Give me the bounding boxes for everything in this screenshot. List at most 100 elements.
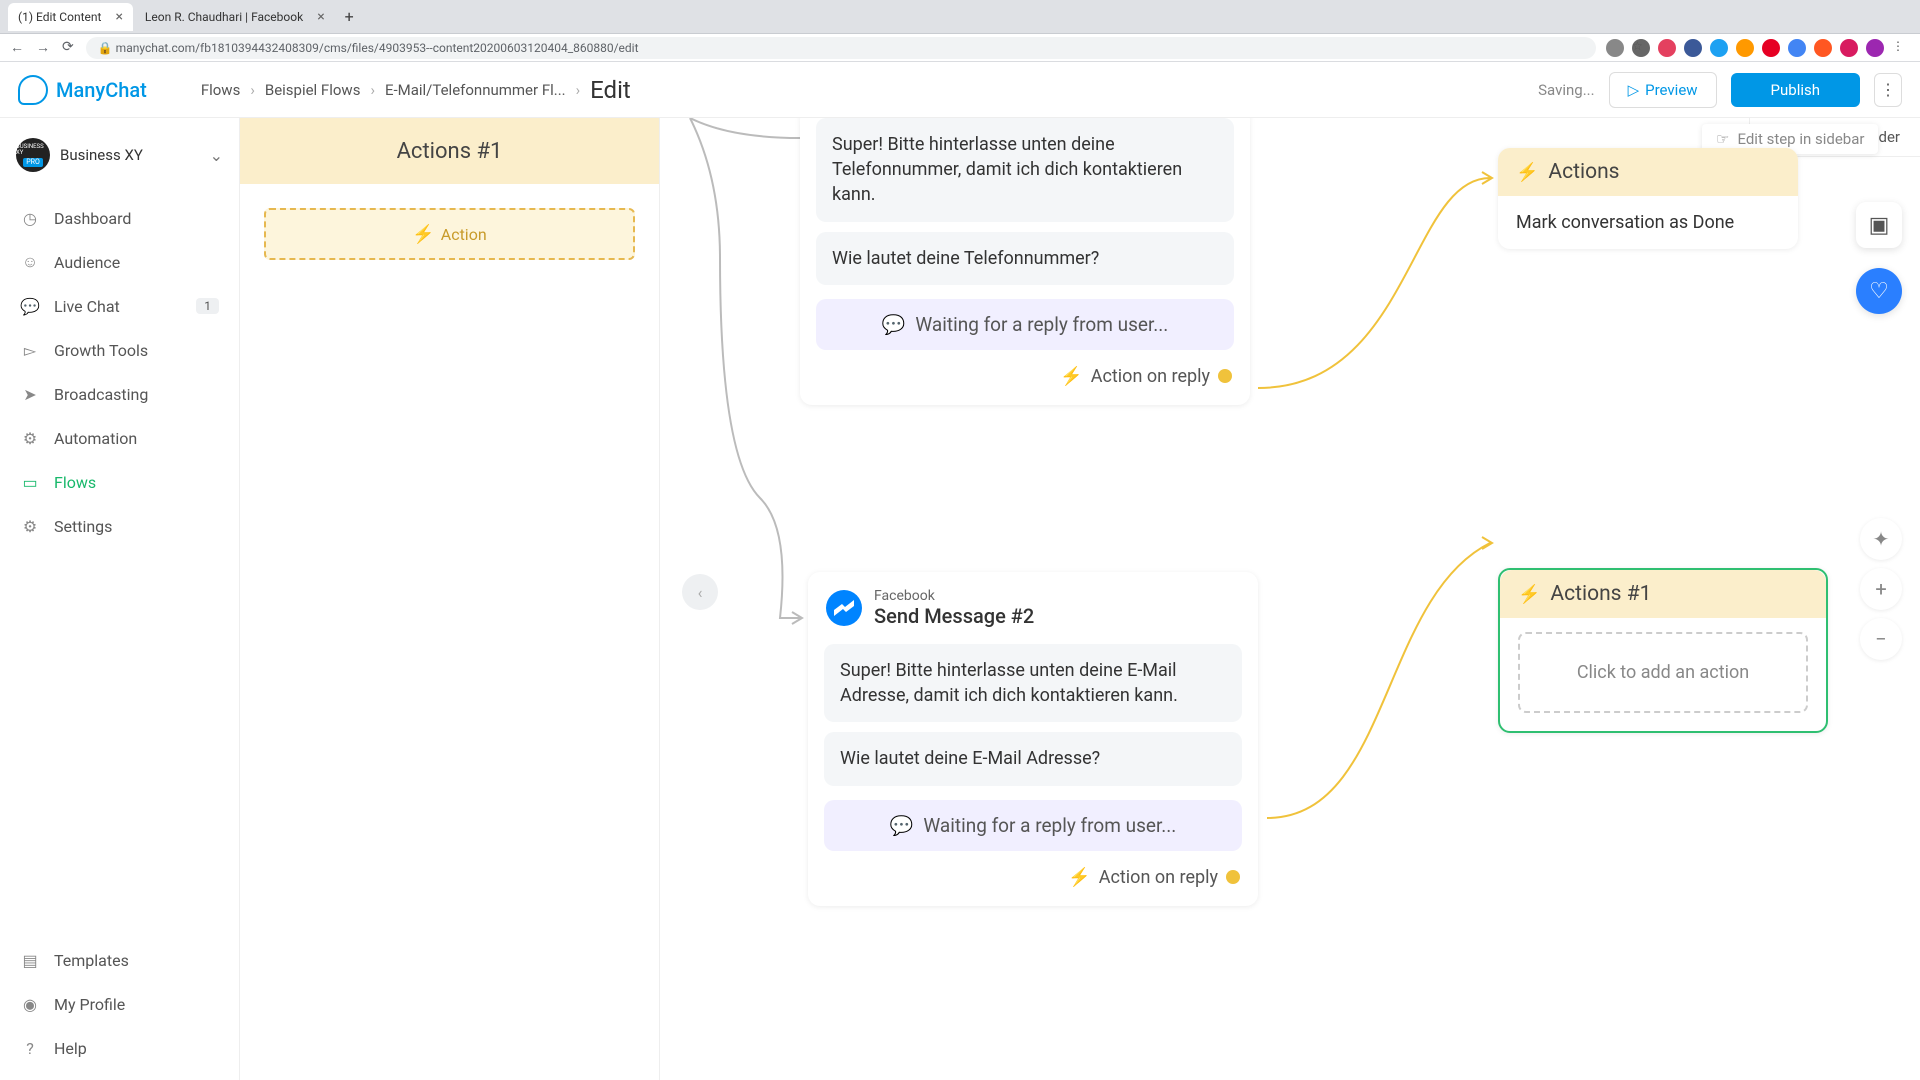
crumb-folder[interactable]: Beispiel Flows bbox=[265, 81, 361, 99]
bolt-icon: ⚡ bbox=[1516, 162, 1538, 183]
ext-icon[interactable] bbox=[1684, 39, 1702, 57]
ext-icon[interactable] bbox=[1658, 39, 1676, 57]
user-input-block[interactable]: 💬 Waiting for a reply from user... bbox=[824, 800, 1242, 851]
extensions: ☆ ⋮ bbox=[1606, 39, 1910, 57]
sidebar-item-help[interactable]: ?Help bbox=[0, 1026, 239, 1070]
message-bubble[interactable]: Wie lautet deine Telefonnummer? bbox=[816, 232, 1234, 285]
new-tab-button[interactable]: + bbox=[345, 7, 354, 26]
connector-handle[interactable] bbox=[1226, 870, 1240, 884]
sidebar-toggle-button[interactable]: ▣ bbox=[1856, 202, 1902, 248]
zoom-controls: ✦ + − bbox=[1860, 518, 1902, 660]
megaphone-icon: ▻ bbox=[20, 340, 40, 360]
address-bar[interactable]: 🔒 manychat.com/fb1810394432408309/cms/fi… bbox=[86, 37, 1596, 59]
back-icon[interactable]: ← bbox=[10, 39, 24, 56]
chat-icon: 💬 bbox=[882, 313, 906, 336]
collapse-handle[interactable]: ‹ bbox=[682, 574, 718, 610]
chevron-right-icon: › bbox=[250, 81, 255, 99]
messenger-icon bbox=[826, 590, 862, 626]
save-status: Saving... bbox=[1538, 81, 1594, 99]
message-bubble[interactable]: Wie lautet deine E-Mail Adresse? bbox=[824, 732, 1242, 785]
chevron-right-icon: › bbox=[576, 81, 581, 99]
chevron-down-icon: ⌄ bbox=[210, 146, 223, 165]
sidebar-item-templates[interactable]: ▤Templates bbox=[0, 938, 239, 982]
support-button[interactable]: ♡ bbox=[1856, 268, 1902, 314]
brand-name: ManyChat bbox=[56, 78, 147, 102]
ext-icon[interactable] bbox=[1814, 39, 1832, 57]
pointer-icon: ☞ bbox=[1716, 130, 1729, 148]
unread-badge: 1 bbox=[196, 298, 219, 314]
center-button[interactable]: ✦ bbox=[1860, 518, 1902, 560]
sidebar-item-growth[interactable]: ▻Growth Tools bbox=[0, 328, 239, 372]
sidebar: BUSINESS XY PRO Business XY ⌄ ◷Dashboard… bbox=[0, 118, 240, 1080]
sidebar-item-broadcasting[interactable]: ➤Broadcasting bbox=[0, 372, 239, 416]
sidebar-item-audience[interactable]: ☺Audience bbox=[0, 240, 239, 284]
message-bubble[interactable]: Super! Bitte hinterlasse unten deine Tel… bbox=[816, 118, 1234, 222]
reload-icon[interactable]: ⟳ bbox=[62, 39, 74, 56]
menu-icon[interactable]: ⋮ bbox=[1892, 39, 1910, 57]
play-icon: ▷ bbox=[1628, 81, 1640, 99]
bolt-icon: ⚡ bbox=[1060, 366, 1082, 387]
sidebar-item-profile[interactable]: ◉My Profile bbox=[0, 982, 239, 1026]
user-input-block[interactable]: 💬 Waiting for a reply from user... bbox=[816, 299, 1234, 350]
settings-icon: ⚙ bbox=[20, 516, 40, 536]
node-header: ⚡ Actions #1 bbox=[1500, 570, 1826, 618]
more-menu-button[interactable]: ⋮ bbox=[1874, 73, 1902, 107]
user-icon: ◉ bbox=[20, 994, 40, 1014]
message-bubble[interactable]: Super! Bitte hinterlasse unten deine E-M… bbox=[824, 644, 1242, 722]
message-node-1[interactable]: Super! Bitte hinterlasse unten deine Tel… bbox=[800, 118, 1250, 405]
message-node-2[interactable]: Facebook Send Message #2 Super! Bitte hi… bbox=[808, 572, 1258, 906]
flow-canvas[interactable]: Go To Basic Builder ☞ Edit step in sideb… bbox=[660, 118, 1920, 1080]
actions-1-node[interactable]: ⚡ Actions #1 Click to add an action bbox=[1498, 568, 1828, 733]
node-header: Facebook Send Message #2 bbox=[808, 572, 1258, 634]
brand-logo[interactable]: ManyChat bbox=[18, 75, 147, 105]
ext-icon[interactable] bbox=[1606, 39, 1624, 57]
chat-icon: 💬 bbox=[890, 814, 914, 837]
sidebar-item-flows[interactable]: ▭Flows bbox=[0, 460, 239, 504]
ext-icon[interactable] bbox=[1788, 39, 1806, 57]
lock-icon: 🔒 bbox=[98, 41, 113, 55]
close-icon[interactable]: × bbox=[115, 9, 122, 25]
sidebar-item-livechat[interactable]: 💬Live Chat1 bbox=[0, 284, 239, 328]
folder-icon: ▭ bbox=[20, 472, 40, 492]
pro-badge: PRO bbox=[23, 158, 43, 167]
ext-icon[interactable] bbox=[1762, 39, 1780, 57]
connector-handle[interactable] bbox=[1218, 369, 1232, 383]
publish-button[interactable]: Publish bbox=[1731, 73, 1860, 107]
ext-icon[interactable] bbox=[1840, 39, 1858, 57]
ext-icon[interactable] bbox=[1710, 39, 1728, 57]
action-on-reply-port[interactable]: ⚡ Action on reply bbox=[800, 354, 1250, 387]
avatar-icon[interactable] bbox=[1866, 39, 1884, 57]
zoom-in-button[interactable]: + bbox=[1860, 568, 1902, 610]
forward-icon[interactable]: → bbox=[36, 39, 50, 56]
add-action-placeholder[interactable]: Click to add an action bbox=[1518, 632, 1808, 713]
action-item[interactable]: Mark conversation as Done bbox=[1498, 196, 1798, 249]
crumb-flow[interactable]: E-Mail/Telefonnummer Fl... bbox=[385, 81, 566, 99]
preview-button[interactable]: ▷ Preview bbox=[1609, 72, 1717, 108]
workspace-avatar: BUSINESS XY PRO bbox=[16, 138, 50, 172]
close-icon[interactable]: × bbox=[317, 9, 324, 25]
browser-toolbar: ← → ⟳ 🔒 manychat.com/fb1810394432408309/… bbox=[0, 34, 1920, 62]
ext-icon[interactable] bbox=[1736, 39, 1754, 57]
browser-tab[interactable]: Leon R. Chaudhari | Facebook × bbox=[135, 3, 335, 31]
step-editor-panel: Actions #1 ⚡ Action bbox=[240, 118, 660, 1080]
help-icon: ? bbox=[20, 1038, 40, 1058]
action-on-reply-port[interactable]: ⚡ Action on reply bbox=[808, 855, 1258, 888]
sidebar-item-automation[interactable]: ⚙Automation bbox=[0, 416, 239, 460]
crumb-flows[interactable]: Flows bbox=[201, 81, 241, 99]
sidebar-item-settings[interactable]: ⚙Settings bbox=[0, 504, 239, 548]
sidebar-item-dashboard[interactable]: ◷Dashboard bbox=[0, 196, 239, 240]
browser-tab-strip: (1) Edit Content × Leon R. Chaudhari | F… bbox=[0, 0, 1920, 34]
add-action-button[interactable]: ⚡ Action bbox=[264, 208, 635, 260]
node-header: ⚡ Actions bbox=[1498, 148, 1798, 196]
bolt-icon: ⚡ bbox=[1518, 584, 1540, 605]
browser-tab[interactable]: (1) Edit Content × bbox=[8, 3, 133, 31]
logo-icon bbox=[18, 75, 48, 105]
workspace-name: Business XY bbox=[60, 146, 200, 164]
gauge-icon: ◷ bbox=[20, 208, 40, 228]
star-icon[interactable]: ☆ bbox=[1632, 39, 1650, 57]
tab-title: (1) Edit Content bbox=[18, 10, 101, 24]
zoom-out-button[interactable]: − bbox=[1860, 618, 1902, 660]
workspace-selector[interactable]: BUSINESS XY PRO Business XY ⌄ bbox=[0, 128, 239, 182]
send-icon: ➤ bbox=[20, 384, 40, 404]
actions-node[interactable]: ⚡ Actions Mark conversation as Done bbox=[1498, 148, 1798, 249]
